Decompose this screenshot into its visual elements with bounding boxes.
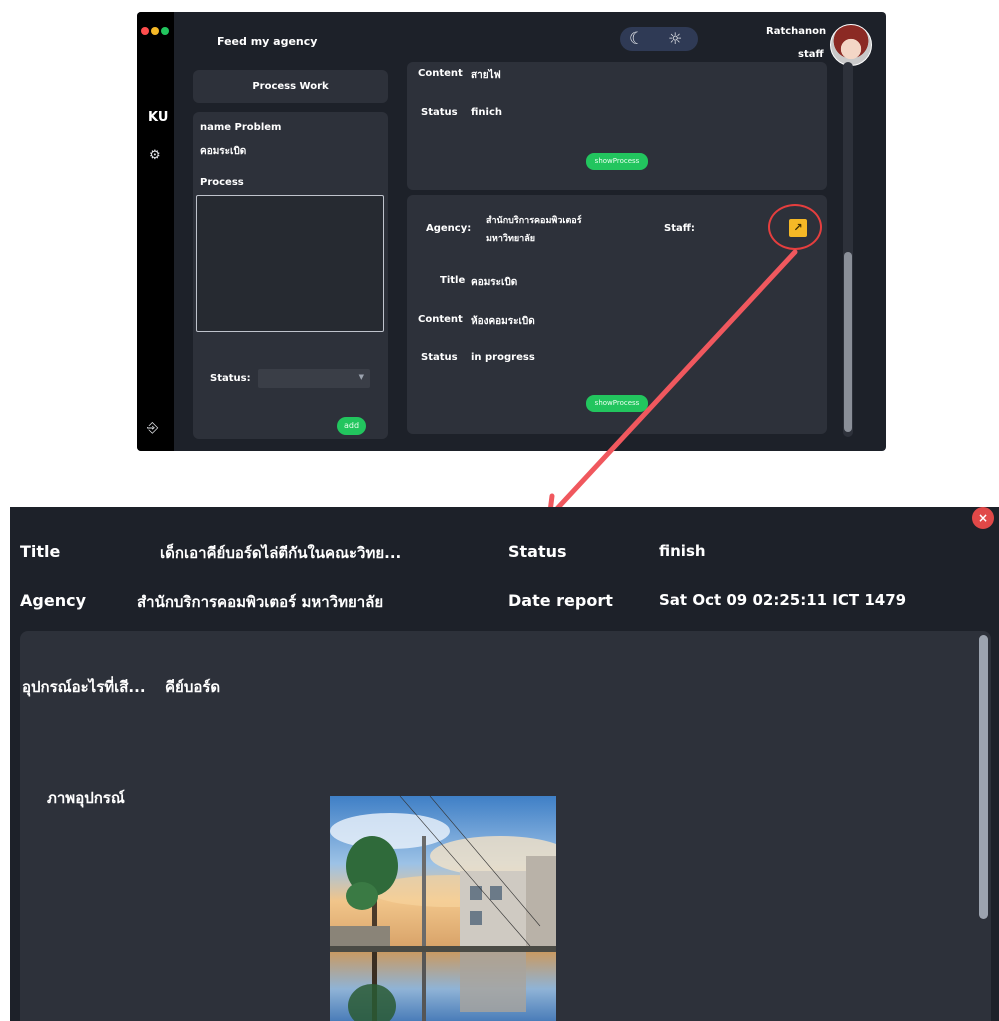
detail-status-label: Status	[508, 542, 567, 561]
process-textarea[interactable]	[196, 195, 384, 332]
detail-date-value: Sat Oct 09 02:25:11 ICT 1479	[659, 591, 907, 609]
process-work-button[interactable]: Process Work	[193, 70, 388, 103]
show-process-button[interactable]: showProcess	[586, 153, 648, 170]
status-select[interactable]: ▼	[258, 369, 370, 388]
annotation-circle	[768, 204, 822, 250]
device-photo	[330, 796, 556, 1021]
window-minimize-dot[interactable]	[151, 27, 159, 35]
theme-toggle[interactable]: ☾ ☼	[620, 27, 698, 51]
user-name: Ratchanon	[766, 26, 827, 37]
chevron-down-icon: ▼	[358, 373, 364, 381]
status-label: Status:	[210, 373, 251, 384]
detail-agency-value: สำนักบริการคอมพิวเตอร์ มหาวิทยาลัย	[137, 593, 384, 611]
detail-date-label: Date report	[508, 591, 613, 610]
window-close-dot[interactable]	[141, 27, 149, 35]
scrollbar-thumb[interactable]	[844, 252, 852, 432]
status-value: finich	[471, 107, 503, 118]
agency-value-line1: สำนักบริการคอมพิวเตอร์	[486, 216, 582, 226]
device-question-label: อุปกรณ์อะไรที่เสี...	[22, 678, 146, 696]
show-process-button[interactable]: showProcess	[586, 395, 648, 412]
user-role: staff	[798, 49, 824, 60]
detail-title-label: Title	[20, 542, 61, 561]
content-label: Content	[418, 314, 463, 325]
process-label: Process	[200, 177, 244, 188]
report-card: Agency: สำนักบริการคอมพิวเตอร์ มหาวิทยาล…	[407, 195, 827, 434]
report-detail-window: × Title เด็กเอาคีย์บอร์ดไล่ตีกันในคณะวิท…	[10, 507, 999, 1021]
detail-agency-label: Agency	[20, 591, 86, 610]
title-label: Title	[440, 275, 466, 286]
staff-label: Staff:	[664, 223, 695, 234]
status-value: in progress	[471, 352, 535, 363]
title-value: คอมระเบิด	[471, 277, 518, 288]
sun-icon[interactable]: ☼	[668, 27, 682, 51]
report-card: Content สายไฟ Status finich showProcess	[407, 62, 827, 190]
device-photo-label: ภาพอุปกรณ์	[47, 789, 125, 807]
content-value: สายไฟ	[471, 70, 501, 81]
detail-title-value: เด็กเอาคีย์บอร์ดไล่ตีกันในคณะวิทย...	[160, 544, 402, 562]
logout-icon[interactable]: ⎆	[147, 420, 158, 436]
detail-status-value: finish	[659, 542, 706, 560]
process-form-panel: name Problem คอมระเบิด Process Status: ▼…	[193, 112, 388, 439]
name-problem-value: คอมระเบิด	[200, 146, 247, 157]
agency-value-line2: มหาวิทยาลัย	[486, 234, 536, 244]
window-maximize-dot[interactable]	[161, 27, 169, 35]
ku-logo[interactable]: KU	[148, 110, 168, 125]
status-label: Status	[421, 107, 458, 118]
moon-icon[interactable]: ☾	[629, 27, 644, 51]
agency-label: Agency:	[426, 223, 472, 234]
gear-icon[interactable]: ⚙	[149, 148, 161, 163]
status-label: Status	[421, 352, 458, 363]
device-question-value: คีย์บอร์ด	[165, 678, 221, 696]
app-title: Feed my agency	[217, 35, 318, 48]
detail-scrollbar[interactable]	[979, 635, 988, 919]
add-button[interactable]: add	[337, 417, 366, 435]
name-problem-label: name Problem	[200, 122, 282, 133]
avatar[interactable]	[830, 24, 872, 66]
content-label: Content	[418, 68, 463, 79]
scrollbar[interactable]	[843, 62, 853, 437]
side-rail: KU ⚙ ⎆	[137, 12, 174, 451]
content-value: ห้องคอมระเบิด	[471, 316, 535, 327]
close-icon[interactable]: ×	[972, 507, 994, 529]
